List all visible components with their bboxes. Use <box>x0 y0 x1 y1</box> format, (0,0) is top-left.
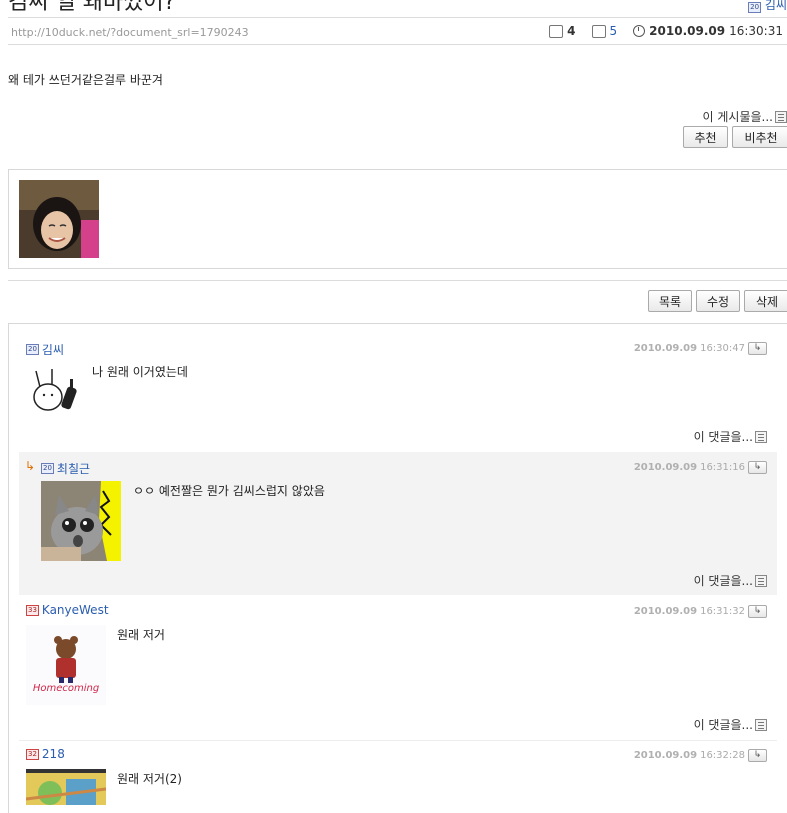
comment-author[interactable]: 33 KanyeWest <box>26 603 109 617</box>
post-stats: 4 5 2010.09.09 16:30:31 <box>549 24 783 38</box>
comment-text: 원래 저거(2) <box>117 772 182 786</box>
comment-more-menu[interactable]: 이 댓글을... <box>694 572 767 589</box>
comment-text: 원래 저거 <box>117 628 165 642</box>
clock-icon <box>633 25 646 37</box>
divider <box>8 17 787 18</box>
post-time: 16:30:31 <box>729 24 783 38</box>
level-icon: 20 <box>41 463 54 474</box>
post-date: 2010.09.09 <box>649 24 726 38</box>
post-more-menu[interactable]: 이 게시물을... <box>703 108 787 125</box>
comment-more-menu[interactable]: 이 댓글을... <box>694 428 767 445</box>
menu-icon <box>755 718 767 731</box>
author-signature-box <box>8 169 787 269</box>
author-profile-image <box>19 180 99 258</box>
post-url[interactable]: http://10duck.net/?document_srl=1790243 <box>11 26 249 39</box>
post-body: 왜 테가 쓰던거같은걸루 바꾼겨 <box>8 73 163 87</box>
recommend-button[interactable]: 추천 <box>683 126 728 148</box>
commenter-avatar: Homecoming <box>26 625 106 705</box>
read-count: 5 <box>609 24 618 38</box>
commenter-avatar <box>26 769 106 805</box>
comment-text: ㅇㅇ 예전짤은 뭔가 김씨스럽지 않았음 <box>133 484 325 498</box>
reply-icon[interactable]: ↳ <box>748 342 767 355</box>
unrecommend-button[interactable]: 비추천 <box>732 126 787 148</box>
commenter-avatar <box>41 481 121 561</box>
commenter-avatar <box>26 363 86 423</box>
comment-author[interactable]: 32 218 <box>26 747 65 761</box>
list-button[interactable]: 목록 <box>648 290 692 312</box>
menu-icon <box>755 574 767 587</box>
divider <box>19 740 777 741</box>
delete-button[interactable]: 삭제 <box>744 290 787 312</box>
edit-button[interactable]: 수정 <box>696 290 740 312</box>
comment-date: 2010.09.09 16:30:47 ↳ <box>634 342 767 355</box>
avatar-text: Homecoming <box>33 683 99 694</box>
comment-author[interactable]: 20 김씨 <box>26 341 64 358</box>
comment-date: 2010.09.09 16:31:16 ↳ <box>634 461 767 474</box>
reply-icon[interactable]: ↳ <box>748 461 767 474</box>
menu-icon <box>755 430 767 443</box>
comment-more-menu[interactable]: 이 댓글을... <box>694 716 767 733</box>
comment-date: 2010.09.09 16:32:28 ↳ <box>634 749 767 762</box>
read-icon <box>591 24 606 38</box>
divider <box>8 280 787 281</box>
comment-date: 2010.09.09 16:31:32 ↳ <box>634 605 767 618</box>
level-icon: 20 <box>748 2 762 13</box>
reply-icon[interactable]: ↳ <box>748 605 767 618</box>
post-title: 김씨 얼 왜바꼈어? <box>8 0 176 15</box>
level-icon: 20 <box>26 344 39 355</box>
divider <box>8 44 787 45</box>
comment-count: 4 <box>567 24 576 38</box>
level-icon: 32 <box>26 748 39 760</box>
level-icon: 33 <box>26 604 39 616</box>
post-author[interactable]: 20 김씨 <box>748 0 787 13</box>
comment-author[interactable]: 20 최칠근 <box>41 460 90 477</box>
reply-icon[interactable]: ↳ <box>748 749 767 762</box>
reply-arrow-icon: ↳ <box>25 459 36 473</box>
comment-text: 나 원래 이거였는데 <box>92 365 188 379</box>
menu-icon <box>775 110 787 123</box>
comment-icon <box>549 24 564 38</box>
